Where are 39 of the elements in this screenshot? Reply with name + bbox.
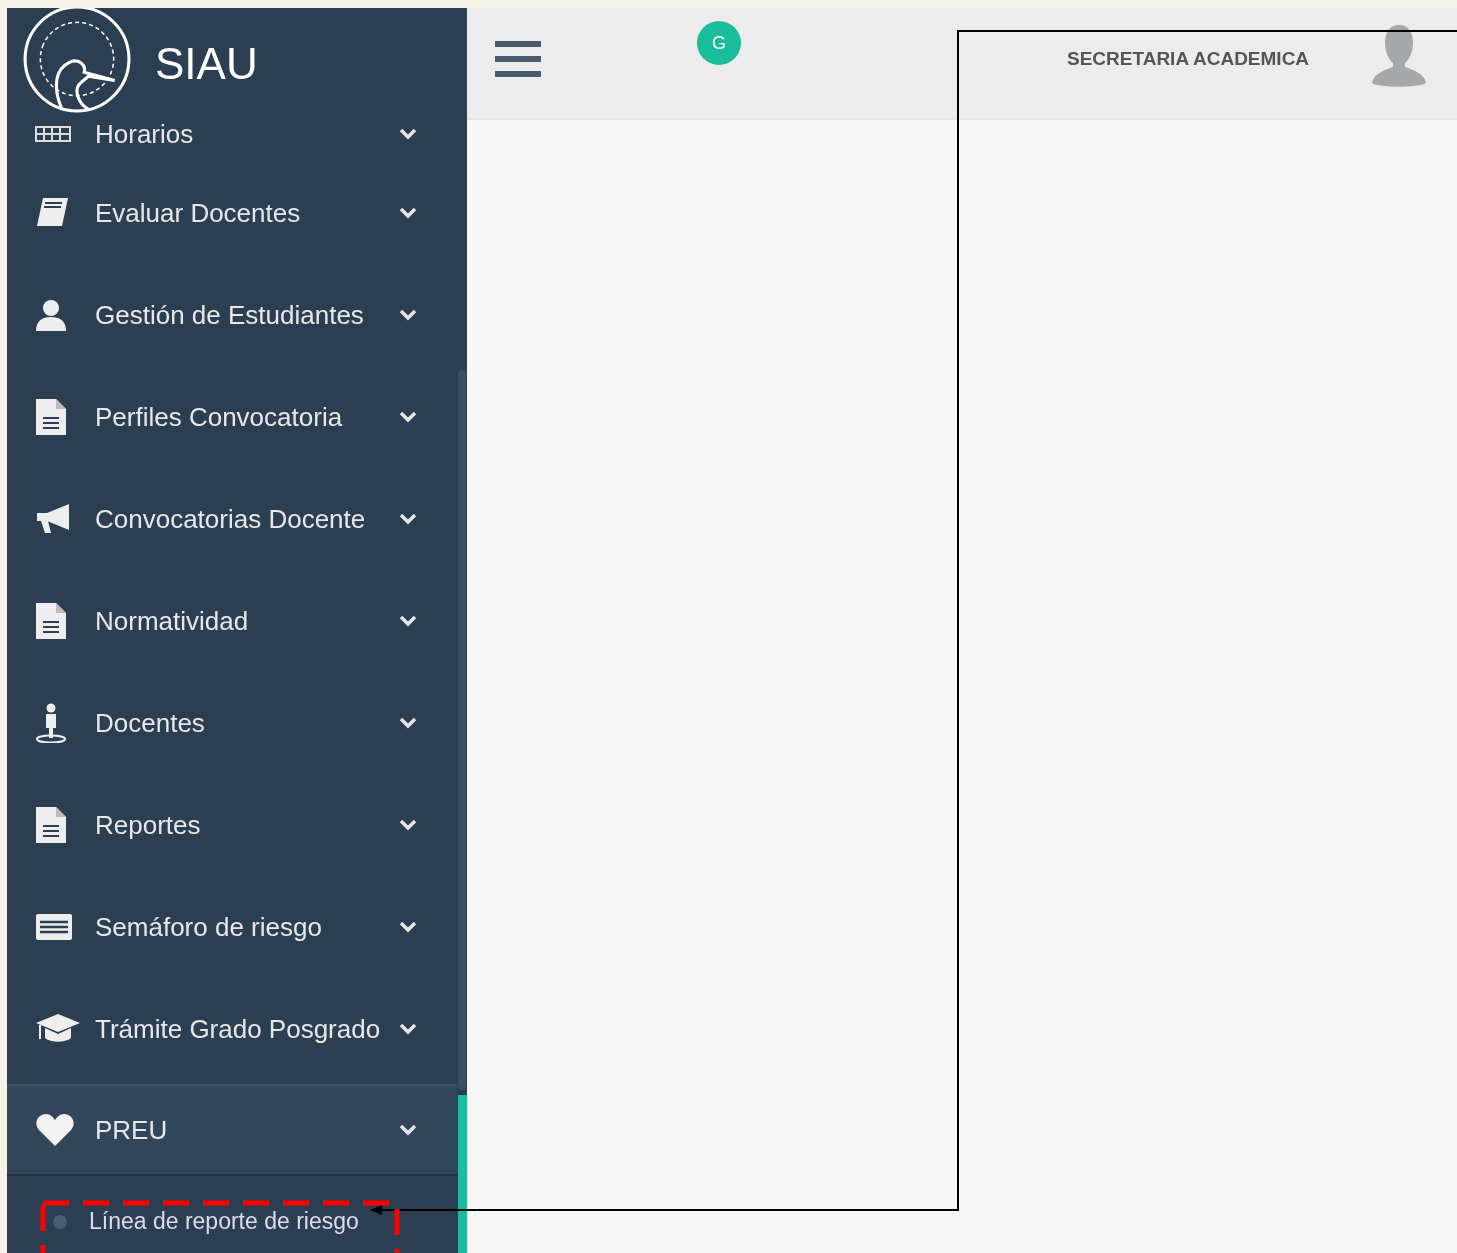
chevron-down-icon [399, 207, 417, 219]
user-role: SECRETARIA ACADEMICA [1067, 48, 1310, 70]
menu-icon[interactable] [495, 40, 541, 78]
chevron-down-icon [399, 1124, 417, 1136]
document-icon [35, 602, 67, 640]
scrollbar[interactable] [458, 370, 466, 1090]
person-icon [35, 703, 67, 743]
chevron-down-icon [399, 411, 417, 423]
menu-item[interactable]: Reportes [7, 774, 457, 876]
chevron-down-icon [399, 513, 417, 525]
menu-item[interactable]: Perfiles Convocatoria [7, 366, 457, 468]
avatar-icon[interactable] [1372, 25, 1426, 89]
chevron-down-icon [399, 128, 417, 140]
heron-logo-icon [21, 8, 133, 115]
book-icon [35, 197, 69, 229]
app-title: SIAU [155, 39, 258, 89]
menu-item[interactable]: Convocatorias Docente [7, 468, 457, 570]
menu-item[interactable]: Semáforo de riesgo [7, 876, 457, 978]
menu-item[interactable]: Gestión de Estudiantes [7, 264, 457, 366]
heart-icon [35, 1113, 75, 1147]
chevron-down-icon [399, 615, 417, 627]
user-icon [35, 299, 67, 331]
chevron-down-icon [399, 717, 417, 729]
graduation-cap-icon [35, 1013, 81, 1045]
chevron-down-icon [399, 819, 417, 831]
chevron-down-icon [399, 1023, 417, 1035]
menu-item[interactable]: Horarios [7, 106, 457, 162]
calendar-icon [35, 126, 71, 142]
chevron-down-icon [399, 921, 417, 933]
document-icon [35, 806, 67, 844]
menu-item[interactable]: Normatividad [7, 570, 457, 672]
table-icon [35, 913, 73, 941]
chevron-down-icon [399, 309, 417, 321]
menu-item[interactable]: PREU [7, 1084, 457, 1176]
menu-item[interactable]: Docentes [7, 672, 457, 774]
menu-item[interactable]: Evaluar Docentes [7, 162, 457, 264]
document-icon [35, 398, 67, 436]
submenu-item[interactable]: Línea de reporte de riesgo [53, 1208, 359, 1235]
menu-item[interactable]: Trámite Grado Posgrado [7, 978, 457, 1080]
